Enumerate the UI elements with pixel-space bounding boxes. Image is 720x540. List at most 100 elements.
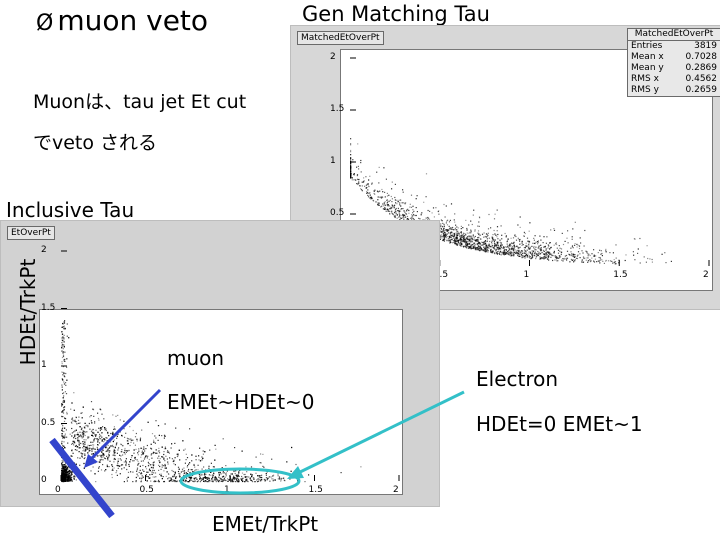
scatter-point: [64, 427, 66, 429]
scatter-point: [477, 237, 479, 239]
scatter-point: [179, 472, 181, 475]
scatter-point: [74, 445, 77, 447]
scatter-point: [581, 260, 583, 262]
scatter-point: [169, 457, 171, 459]
scatter-point: [374, 189, 376, 191]
scatter-point: [574, 243, 576, 245]
scatter-point: [200, 479, 202, 482]
scatter-point: [204, 451, 206, 453]
scatter-point: [208, 474, 210, 476]
scatter-point: [89, 449, 91, 452]
scatter-point: [102, 453, 104, 455]
scatter-point: [111, 469, 113, 471]
scatter-point: [481, 241, 483, 243]
scatter-point: [199, 481, 201, 483]
scatter-point: [519, 250, 521, 252]
scatter-point: [81, 412, 83, 414]
scatter-point: [118, 465, 120, 467]
scatter-point: [215, 479, 217, 481]
scatter-point: [170, 480, 172, 482]
scatter-point: [75, 437, 77, 440]
scatter-point: [189, 476, 191, 478]
scatter-point: [249, 478, 251, 480]
scatter-point: [164, 446, 166, 448]
scatter-point: [70, 421, 73, 423]
scatter-point: [450, 228, 452, 230]
scatter-point: [612, 252, 614, 254]
scatter-point: [139, 440, 141, 442]
scatter-point: [80, 412, 82, 414]
scatter-point: [520, 251, 522, 253]
scatter-point: [547, 257, 549, 259]
scatter-point: [155, 437, 157, 439]
scatter-point: [134, 436, 137, 438]
scatter-point: [514, 235, 516, 237]
scatter-point: [535, 255, 538, 257]
scatter-point: [487, 251, 489, 253]
scatter-point: [62, 392, 64, 395]
scatter-point: [155, 476, 157, 478]
scatter-point: [265, 473, 267, 475]
scatter-point: [607, 260, 610, 262]
scatter-point: [62, 467, 65, 469]
scatter-point: [109, 446, 111, 448]
scatter-point: [521, 244, 523, 246]
scatter-point: [218, 474, 220, 476]
scatter-point: [189, 471, 191, 474]
scatter-point: [562, 243, 565, 246]
scatter-point: [123, 428, 125, 430]
scatter-point: [222, 476, 224, 478]
scatter-point: [91, 448, 93, 450]
scatter-point: [440, 234, 442, 236]
scatter-point: [534, 251, 536, 253]
scatter-point: [391, 210, 393, 212]
scatter-point: [548, 255, 550, 257]
scatter-point: [483, 243, 485, 245]
scatter-point: [168, 451, 170, 453]
scatter-point: [587, 260, 589, 262]
scatter-point: [455, 233, 457, 235]
scatter-point: [410, 217, 412, 219]
scatter-point: [363, 177, 365, 179]
scatter-point: [66, 335, 68, 337]
scatter-point: [535, 241, 537, 243]
scatter-point: [456, 244, 459, 246]
scatter-point: [351, 179, 353, 181]
scatter-point: [65, 466, 67, 468]
scatter-point: [456, 226, 458, 228]
scatter-point: [164, 465, 166, 467]
scatter-point: [599, 258, 602, 260]
scatter-point: [78, 422, 80, 424]
scatter-point: [158, 481, 160, 483]
scatter-point: [517, 224, 519, 226]
scatter-point: [140, 460, 142, 462]
scatter-point: [72, 452, 74, 454]
scatter-point: [62, 412, 65, 414]
scatter-point: [79, 447, 81, 449]
scatter-point: [503, 254, 505, 256]
scatter-point: [357, 182, 359, 184]
scatter-point: [61, 345, 63, 347]
scatter-point: [433, 216, 435, 218]
scatter-point: [497, 244, 499, 246]
scatter-point: [109, 460, 111, 462]
scatter-point: [477, 248, 479, 250]
scatter-point: [171, 443, 173, 445]
scatter-point: [110, 445, 112, 447]
scatter-point: [387, 201, 389, 203]
x-tick-label: 1: [224, 485, 230, 495]
scatter-point: [402, 189, 404, 191]
scatter-point: [209, 470, 211, 473]
scatter-point: [508, 254, 510, 256]
scatter-point: [115, 444, 117, 446]
scatter-point: [123, 481, 125, 483]
scatter-point: [651, 258, 653, 261]
scatter-point: [554, 259, 556, 261]
scatter-point: [591, 253, 593, 255]
scatter-point: [83, 453, 85, 455]
scatter-point: [480, 247, 482, 250]
scatter-point: [487, 249, 489, 251]
scatter-point: [473, 209, 475, 211]
scatter-point: [226, 468, 228, 470]
scatter-point: [120, 443, 122, 445]
